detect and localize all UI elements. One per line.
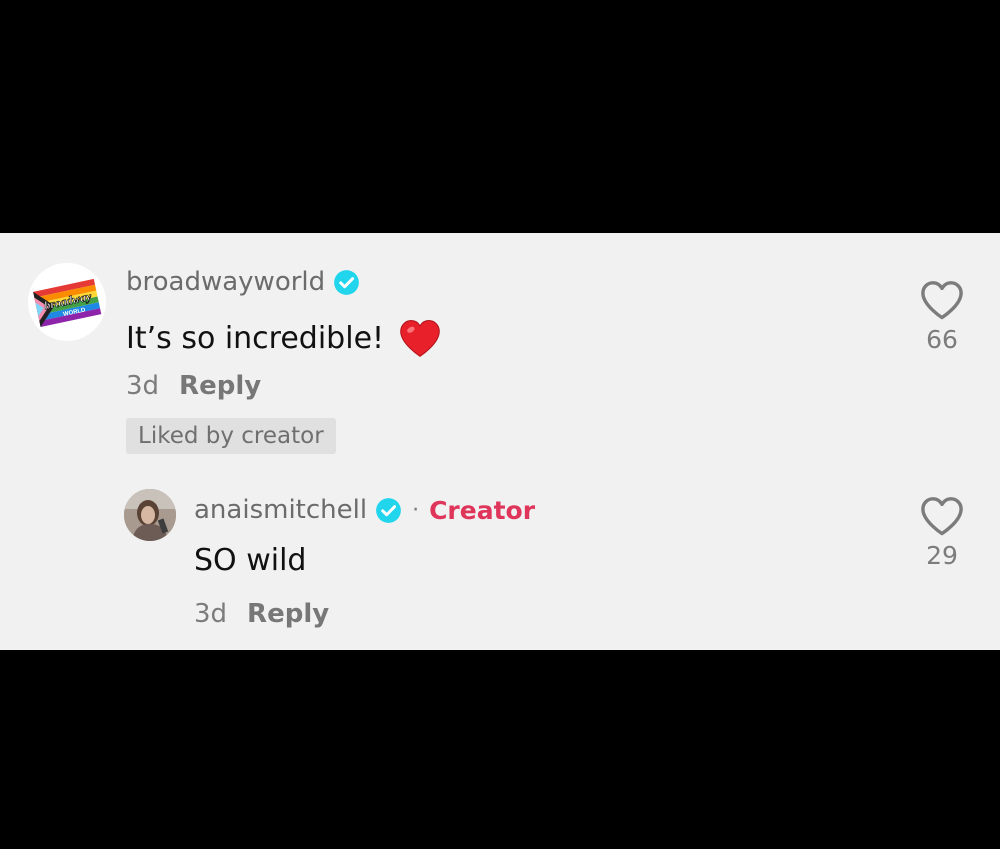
like-count: 29 <box>926 541 958 570</box>
comments-panel: broadway WORLD broadwayworld It’s so inc… <box>0 233 1000 650</box>
reply-meta: 3d Reply <box>194 599 329 629</box>
reply-text: SO wild <box>194 543 306 578</box>
avatar-anaismitchell[interactable] <box>124 489 176 541</box>
reply-button[interactable]: Reply <box>179 371 261 401</box>
like-count: 66 <box>926 325 958 354</box>
username-text[interactable]: anaismitchell <box>194 495 367 525</box>
avatar-broadwayworld[interactable]: broadway WORLD <box>28 263 106 341</box>
comment-like-button[interactable]: 66 <box>912 279 972 354</box>
comment-age: 3d <box>126 371 160 401</box>
broadwayworld-logo: broadway WORLD <box>33 278 102 328</box>
reply-like-button[interactable]: 29 <box>912 495 972 570</box>
profile-photo <box>124 489 176 541</box>
comment-text: It’s so incredible! <box>126 317 442 359</box>
verified-badge-icon <box>376 497 401 523</box>
heart-outline-icon[interactable] <box>919 279 965 321</box>
comment-meta: 3d Reply <box>126 371 261 401</box>
comment-username[interactable]: broadwayworld <box>126 267 360 297</box>
reply-username[interactable]: anaismitchell · Creator <box>194 495 535 525</box>
reply-button[interactable]: Reply <box>247 599 329 629</box>
creator-tag: Creator <box>429 495 536 525</box>
reply-age: 3d <box>194 599 228 629</box>
separator-dot: · <box>412 497 420 523</box>
heart-emoji-icon <box>400 320 440 357</box>
comment-body: It’s so incredible! <box>126 320 385 356</box>
liked-by-creator-badge: Liked by creator <box>126 418 336 454</box>
heart-outline-icon[interactable] <box>919 495 965 537</box>
reply-body: SO wild <box>194 543 307 578</box>
verified-badge-icon <box>334 269 360 295</box>
username-text[interactable]: broadwayworld <box>126 267 325 297</box>
